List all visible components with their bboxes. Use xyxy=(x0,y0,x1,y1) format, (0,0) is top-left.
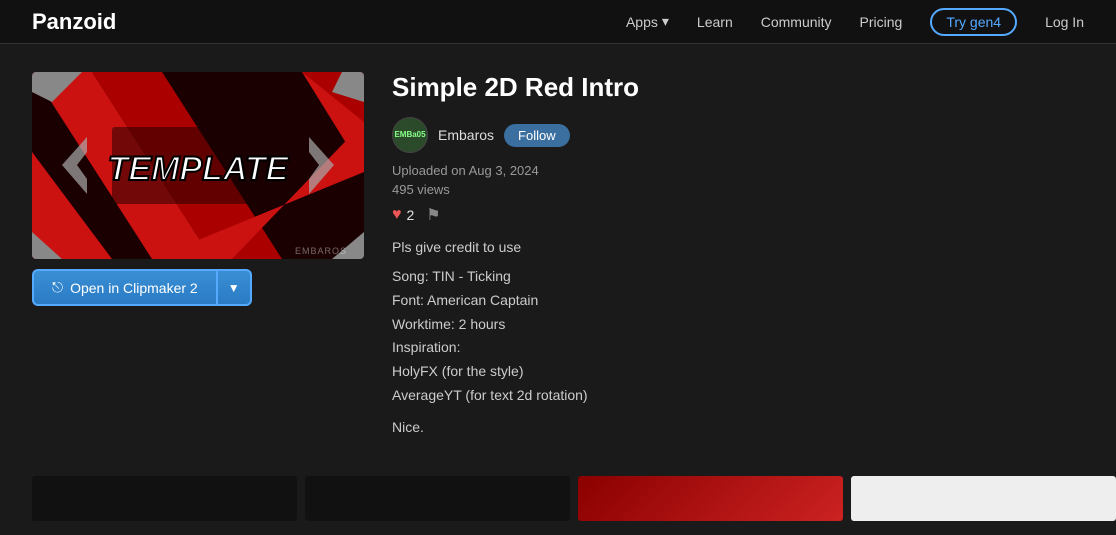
header: Panzoid Apps ▾ Learn Community Pricing T… xyxy=(0,0,1116,44)
related-thumb-1[interactable] xyxy=(32,476,297,521)
author-row: EMBa05 Embaros Follow xyxy=(392,117,1084,153)
detail-averageyt: AverageYT (for text 2d rotation) xyxy=(392,384,1084,408)
bottom-strip xyxy=(0,476,1116,521)
detail-holyfx: HolyFX (for the style) xyxy=(392,360,1084,384)
open-dropdown-button[interactable]: ▼ xyxy=(216,269,252,306)
nav-apps[interactable]: Apps ▾ xyxy=(626,13,669,30)
page-title: Simple 2D Red Intro xyxy=(392,72,1084,103)
nav: Apps ▾ Learn Community Pricing Try gen4 … xyxy=(626,8,1084,36)
nav-learn[interactable]: Learn xyxy=(697,14,733,30)
heart-icon: ♥ xyxy=(392,206,402,224)
external-link-icon: ⎋ xyxy=(52,279,63,296)
description: Pls give credit to use xyxy=(392,239,1084,255)
related-thumb-2[interactable] xyxy=(305,476,570,521)
thumbnail-svg: TEMPLATE EMBAROS xyxy=(32,72,364,259)
avatar[interactable]: EMBa05 xyxy=(392,117,428,153)
details: Song: TIN - Ticking Font: American Capta… xyxy=(392,265,1084,440)
flag-icon: ⚑ xyxy=(426,207,440,224)
upload-date: Uploaded on Aug 3, 2024 xyxy=(392,163,1084,178)
nav-community[interactable]: Community xyxy=(761,14,832,30)
flag-button[interactable]: ⚑ xyxy=(426,205,440,225)
main-content: TEMPLATE EMBAROS ⎋ Open in Clipmaker 2 ▼… xyxy=(0,44,1116,468)
likes-count: 2 xyxy=(407,207,415,223)
chevron-down-icon: ▼ xyxy=(228,281,240,295)
likes-row: ♥ 2 ⚑ xyxy=(392,205,1084,225)
detail-inspiration-label: Inspiration: xyxy=(392,336,1084,360)
login-link[interactable]: Log In xyxy=(1045,14,1084,30)
try-gen4-button[interactable]: Try gen4 xyxy=(930,8,1017,36)
related-thumb-3[interactable] xyxy=(578,476,843,521)
open-btn-row: ⎋ Open in Clipmaker 2 ▼ xyxy=(32,269,364,306)
thumbnail: TEMPLATE EMBAROS xyxy=(32,72,364,259)
detail-font: Font: American Captain xyxy=(392,289,1084,313)
detail-nice: Nice. xyxy=(392,416,1084,440)
logo[interactable]: Panzoid xyxy=(32,9,116,35)
views-count: 495 views xyxy=(392,182,1084,197)
svg-text:TEMPLATE: TEMPLATE xyxy=(108,150,290,188)
info-section: Simple 2D Red Intro EMBa05 Embaros Follo… xyxy=(392,72,1084,440)
like-button[interactable]: ♥ 2 xyxy=(392,206,414,224)
svg-text:EMBAROS: EMBAROS xyxy=(295,246,347,256)
follow-button[interactable]: Follow xyxy=(504,124,570,147)
nav-pricing[interactable]: Pricing xyxy=(860,14,903,30)
open-clipmaker-button[interactable]: ⎋ Open in Clipmaker 2 xyxy=(32,269,216,306)
thumbnail-section: TEMPLATE EMBAROS ⎋ Open in Clipmaker 2 ▼ xyxy=(32,72,364,440)
related-thumb-4[interactable] xyxy=(851,476,1116,521)
chevron-down-icon: ▾ xyxy=(662,13,669,30)
author-name[interactable]: Embaros xyxy=(438,127,494,143)
detail-worktime: Worktime: 2 hours xyxy=(392,313,1084,337)
detail-song: Song: TIN - Ticking xyxy=(392,265,1084,289)
